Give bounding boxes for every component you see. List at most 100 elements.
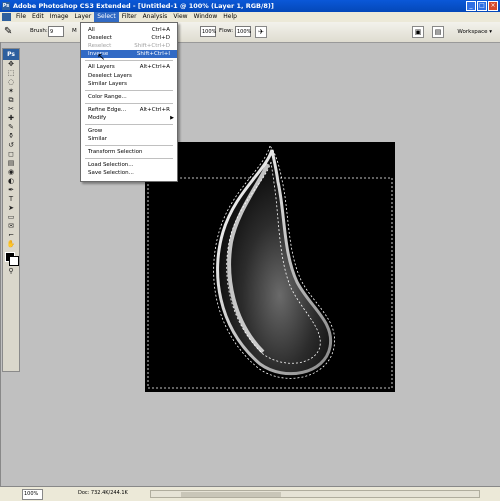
move-tool-icon[interactable]: ✥ — [3, 60, 19, 69]
menu-separator — [85, 124, 173, 125]
menu-file[interactable]: File — [13, 12, 29, 22]
workspace-menu[interactable]: Workspace ▾ — [457, 27, 492, 37]
brush-tool-icon[interactable]: ✎ — [3, 123, 19, 132]
flow-label: Flow: — [219, 28, 234, 34]
title-bar: Ps Adobe Photoshop CS3 Extended - [Untit… — [0, 0, 500, 12]
menu-item-grow[interactable]: Grow — [81, 127, 177, 135]
menu-item-save-selection[interactable]: Save Selection... — [81, 169, 177, 177]
menu-item-label: Load Selection... — [88, 162, 134, 169]
window-title: Adobe Photoshop CS3 Extended - [Untitled… — [13, 2, 274, 10]
minimize-icon[interactable]: _ — [466, 1, 476, 11]
toolbox-logo: Ps — [3, 49, 19, 60]
workspace-label: Workspace — [457, 29, 488, 35]
flow-field[interactable]: 100% — [235, 26, 251, 37]
menu-view[interactable]: View — [170, 12, 190, 22]
menu-item-transform-selection[interactable]: Transform Selection — [81, 148, 177, 156]
maximize-icon[interactable]: □ — [477, 1, 487, 11]
eraser-tool-icon[interactable]: ◻ — [3, 150, 19, 159]
magic-wand-tool-icon[interactable]: ✶ — [3, 87, 19, 96]
shape-tool-icon[interactable]: ▭ — [3, 213, 19, 222]
menu-item-similar[interactable]: Similar — [81, 135, 177, 143]
menu-select[interactable]: Select — [94, 12, 119, 22]
menu-item-reselect[interactable]: Reselect Shift+Ctrl+D — [81, 42, 177, 50]
type-tool-icon[interactable]: T — [3, 195, 19, 204]
submenu-arrow-icon: ▶ — [170, 114, 174, 121]
menu-item-all-layers[interactable]: All Layers Alt+Ctrl+A — [81, 63, 177, 71]
menu-item-shortcut: Alt+Ctrl+A — [139, 64, 170, 71]
menu-item-label: Deselect Layers — [88, 72, 132, 79]
horizontal-scrollbar[interactable] — [150, 490, 480, 498]
menu-item-shortcut: Ctrl+A — [151, 27, 170, 33]
window-controls: _ □ × — [466, 1, 498, 11]
path-select-tool-icon[interactable]: ➤ — [3, 204, 19, 213]
background-color-swatch[interactable] — [9, 256, 19, 266]
app-icon: Ps — [2, 2, 10, 10]
menu-item-load-selection[interactable]: Load Selection... — [81, 161, 177, 169]
document-canvas[interactable] — [145, 142, 395, 392]
menu-edit[interactable]: Edit — [29, 12, 47, 22]
menu-item-label: Reselect — [88, 43, 112, 50]
menu-layer[interactable]: Layer — [71, 12, 94, 22]
menu-item-shortcut: Alt+Ctrl+R — [139, 106, 170, 113]
menu-window[interactable]: Window — [191, 12, 221, 22]
brush-preset-icon[interactable]: ✎ — [4, 26, 16, 38]
menu-separator — [85, 145, 173, 147]
healing-tool-icon[interactable]: ✚ — [3, 114, 19, 123]
toolbox: Ps ✥ ⬚ ◌ ✶ ⧉ ✂ ✚ ✎ ⚱ ↺ ◻ ▤ ◉ ◐ ✒ T ➤ ▭ ✉ ⌐ ✋ ⚲ — [2, 48, 20, 372]
menu-item-modify[interactable]: Modify ▶ — [81, 114, 177, 122]
dodge-tool-icon[interactable]: ◐ — [3, 177, 19, 186]
airbrush-icon[interactable]: ✈ — [255, 26, 267, 38]
options-bar: ✎ Brush: 9 M 100% Flow: 100% ✈ ▣ ▤ Works… — [0, 22, 500, 43]
stamp-tool-icon[interactable]: ⚱ — [3, 132, 19, 141]
menu-item-label: Grow — [88, 128, 103, 134]
menu-item-label: Similar Layers — [88, 80, 128, 87]
menu-item-deselect[interactable]: Deselect Ctrl+D — [81, 34, 177, 42]
teardrop-shape — [216, 149, 333, 376]
menu-item-similar-layers[interactable]: Similar Layers — [81, 80, 177, 88]
ps-menu-icon[interactable] — [2, 13, 11, 21]
menu-item-shortcut: Ctrl+D — [151, 35, 170, 42]
menu-filter[interactable]: Filter — [119, 12, 140, 22]
menu-item-all[interactable]: All Ctrl+A — [81, 26, 177, 34]
notes-tool-icon[interactable]: ✉ — [3, 222, 19, 231]
menu-item-label: Save Selection... — [88, 170, 134, 177]
opacity-field[interactable]: 100% — [200, 26, 216, 37]
zoom-field[interactable]: 100% — [22, 489, 43, 500]
palette-well-icon[interactable]: ▣ — [412, 26, 424, 38]
menu-item-refine-edge[interactable]: Refine Edge... Alt+Ctrl+R — [81, 106, 177, 114]
menu-image[interactable]: Image — [47, 12, 72, 22]
menu-item-label: Similar — [88, 136, 108, 143]
mode-label: M — [72, 28, 77, 34]
hand-tool-icon[interactable]: ✋ — [3, 240, 19, 249]
menu-analysis[interactable]: Analysis — [140, 12, 171, 22]
left-edge — [0, 42, 1, 486]
pointer-cursor-icon: ↖ — [97, 52, 106, 63]
marquee-tool-icon[interactable]: ⬚ — [3, 69, 19, 78]
history-brush-tool-icon[interactable]: ↺ — [3, 141, 19, 150]
zoom-tool-icon[interactable]: ⚲ — [3, 267, 19, 276]
pen-tool-icon[interactable]: ✒ — [3, 186, 19, 195]
slice-tool-icon[interactable]: ✂ — [3, 105, 19, 114]
eyedropper-tool-icon[interactable]: ⌐ — [3, 231, 19, 240]
select-menu: All Ctrl+A Deselect Ctrl+D Reselect Shift+Ctr… — [80, 22, 178, 182]
scrollbar-thumb[interactable] — [181, 492, 281, 497]
menu-item-label: Refine Edge... — [88, 106, 127, 113]
crop-tool-icon[interactable]: ⧉ — [3, 96, 19, 105]
brush-size-picker[interactable]: 9 — [48, 26, 64, 37]
blur-tool-icon[interactable]: ◉ — [3, 168, 19, 177]
color-swatches[interactable] — [3, 251, 19, 267]
canvas-artwork — [147, 145, 393, 389]
gradient-tool-icon[interactable]: ▤ — [3, 159, 19, 168]
menu-item-deselect-layers[interactable]: Deselect Layers — [81, 72, 177, 80]
menu-separator — [85, 102, 173, 104]
menu-item-color-range[interactable]: Color Range... — [81, 93, 177, 101]
menu-item-shortcut: Shift+Ctrl+I — [136, 51, 170, 58]
lasso-tool-icon[interactable]: ◌ — [3, 78, 19, 87]
close-icon[interactable]: × — [488, 1, 498, 11]
menu-item-inverse[interactable]: Inverse Shift+Ctrl+I — [81, 50, 177, 59]
menu-item-label: Color Range... — [88, 93, 127, 100]
brushes-panel-icon[interactable]: ▤ — [432, 26, 444, 38]
menu-item-shortcut: Shift+Ctrl+D — [134, 43, 170, 50]
menu-item-label: Transform Selection — [88, 149, 143, 156]
menu-help[interactable]: Help — [220, 12, 240, 22]
